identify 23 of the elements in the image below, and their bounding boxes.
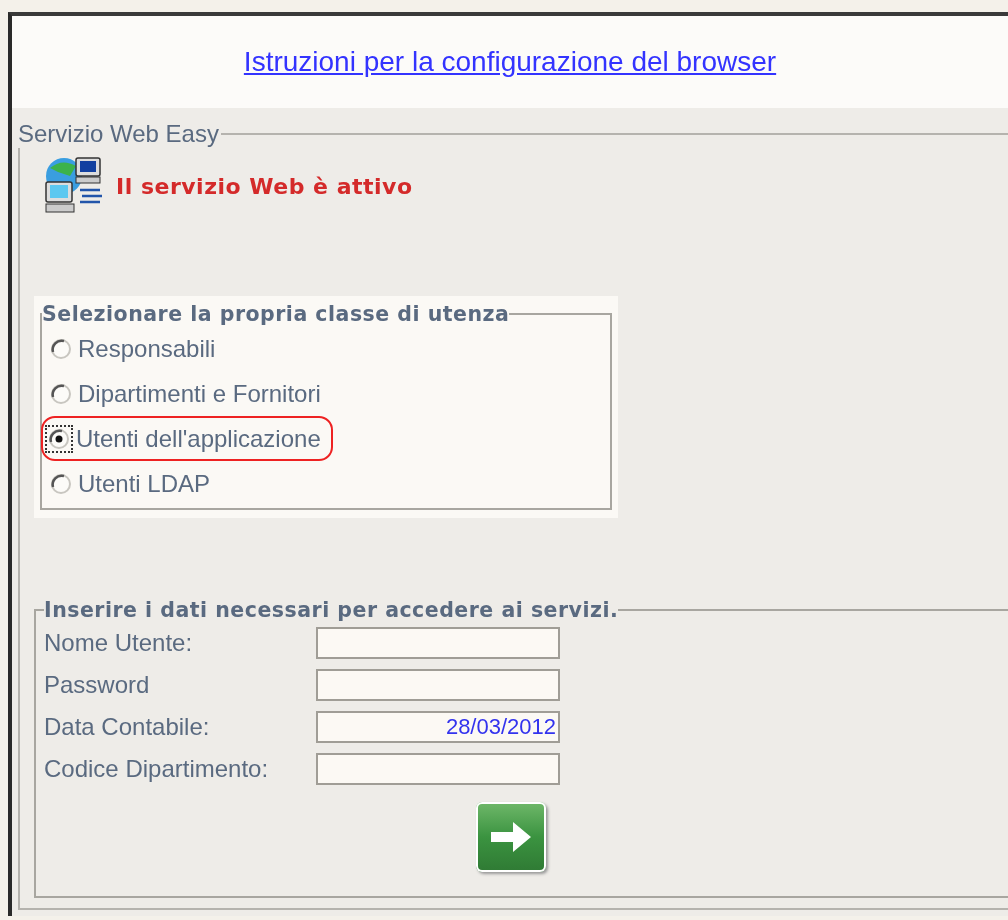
radio-button[interactable]	[48, 427, 70, 450]
field-label: Codice Dipartimento:	[44, 755, 270, 783]
field-label: Data Contabile:	[44, 713, 211, 741]
field-label: Nome Utente:	[44, 629, 194, 657]
radio-option[interactable]: Utenti LDAP	[48, 461, 223, 506]
input-field[interactable]	[316, 669, 560, 701]
highlighted-radio-option[interactable]: Utenti dell'applicazione	[41, 416, 333, 461]
radio-option[interactable]: Dipartimenti e Fornitori	[48, 371, 333, 416]
radio-button[interactable]	[50, 472, 72, 495]
radio-button[interactable]	[50, 382, 72, 405]
arrow-right-icon	[489, 819, 533, 855]
section-legend: Servizio Web Easy	[16, 120, 221, 148]
service-status: Il servizio Web è attivo	[116, 173, 413, 199]
input-field[interactable]	[316, 753, 560, 785]
submit-button[interactable]	[476, 802, 546, 872]
browser-config-link[interactable]: Istruzioni per la configurazione del browser	[243, 46, 777, 78]
group-legend: Inserire i dati necessari per accedere ai servizi.	[44, 598, 619, 622]
input-field[interactable]	[316, 627, 560, 659]
radio-button[interactable]	[50, 337, 72, 360]
input-field[interactable]: 28/03/2012	[316, 711, 560, 743]
field-label: Password	[44, 671, 151, 699]
radio-option[interactable]: Responsabili	[48, 326, 228, 371]
group-legend: Selezionare la propria classe di utenza	[42, 302, 510, 326]
